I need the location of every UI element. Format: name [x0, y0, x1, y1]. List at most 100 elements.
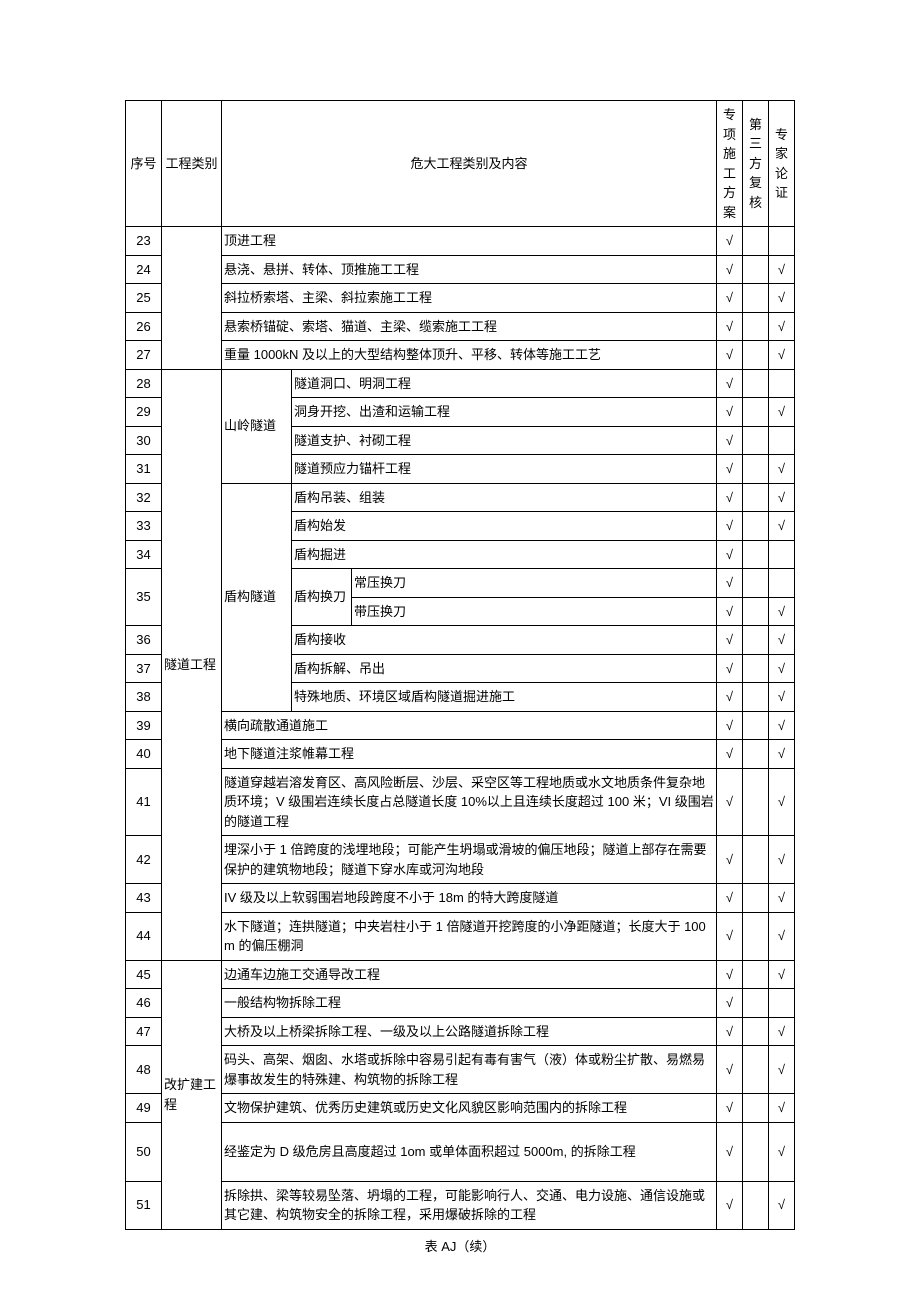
cell-review: [743, 836, 769, 884]
table-row: 25 斜拉桥索塔、主梁、斜拉索施工工程 √ √: [126, 284, 795, 313]
cell-plan: √: [717, 284, 743, 313]
cell-seq: 38: [126, 683, 162, 712]
cell-expert: √: [769, 836, 795, 884]
header-expert: 专家论证: [769, 101, 795, 227]
table-header-row: 序号 工程类别 危大工程类别及内容 专项施工方案 第三方复核 专家论证: [126, 101, 795, 227]
cell-seq: 23: [126, 227, 162, 256]
cell-seq: 45: [126, 960, 162, 989]
table-row: 40 地下隧道注浆帷幕工程 √ √: [126, 740, 795, 769]
table-row: 24 悬浇、悬拼、转体、顶推施工工程 √ √: [126, 255, 795, 284]
table-row: 28 隧道工程 山岭隧道 隧道洞口、明洞工程 √: [126, 369, 795, 398]
cell-expert: √: [769, 626, 795, 655]
cell-seq: 39: [126, 711, 162, 740]
cell-content: 文物保护建筑、优秀历史建筑或历史文化风貌区影响范围内的拆除工程: [222, 1094, 717, 1123]
cell-subsubcat-blade: 盾构换刀: [292, 569, 352, 626]
cell-plan: √: [717, 989, 743, 1018]
cell-seq: 30: [126, 426, 162, 455]
cell-seq: 31: [126, 455, 162, 484]
cell-seq: 32: [126, 483, 162, 512]
table-row: 51 拆除拱、梁等较易坠落、坍塌的工程，可能影响行人、交通、电力设施、通信设施或…: [126, 1181, 795, 1229]
cell-review: [743, 483, 769, 512]
cell-seq: 42: [126, 836, 162, 884]
cell-subcat-mountain: 山岭隧道: [222, 369, 292, 483]
cell-plan: √: [717, 1181, 743, 1229]
cell-plan: √: [717, 1017, 743, 1046]
cell-plan: √: [717, 540, 743, 569]
cell-review: [743, 1094, 769, 1123]
cell-plan: √: [717, 227, 743, 256]
cell-review: [743, 227, 769, 256]
cell-review: [743, 711, 769, 740]
cell-expert: √: [769, 483, 795, 512]
cell-expert: √: [769, 255, 795, 284]
cell-seq: 47: [126, 1017, 162, 1046]
table-row: 46 一般结构物拆除工程 √: [126, 989, 795, 1018]
cell-plan: √: [717, 626, 743, 655]
cell-review: [743, 255, 769, 284]
cell-plan: √: [717, 711, 743, 740]
cell-expert: √: [769, 1046, 795, 1094]
cell-expert: √: [769, 455, 795, 484]
cell-seq: 25: [126, 284, 162, 313]
cell-expert: [769, 989, 795, 1018]
cell-content: 一般结构物拆除工程: [222, 989, 717, 1018]
cell-review: [743, 1017, 769, 1046]
header-cat: 工程类别: [162, 101, 222, 227]
cell-review: [743, 768, 769, 836]
cell-seq: 44: [126, 912, 162, 960]
table-row: 32 盾构隧道 盾构吊装、组装 √ √: [126, 483, 795, 512]
cell-expert: [769, 227, 795, 256]
cell-expert: [769, 540, 795, 569]
cell-expert: √: [769, 683, 795, 712]
cell-content: 盾构吊装、组装: [292, 483, 717, 512]
cell-plan: √: [717, 426, 743, 455]
table-row: 49 文物保护建筑、优秀历史建筑或历史文化风貌区影响范围内的拆除工程 √ √: [126, 1094, 795, 1123]
cell-review: [743, 426, 769, 455]
cell-content: 带压换刀: [352, 597, 717, 626]
cell-plan: √: [717, 255, 743, 284]
cell-plan: √: [717, 683, 743, 712]
cell-content: 隧道穿越岩溶发育区、高风险断层、沙层、采空区等工程地质或水文地质条件复杂地质环境…: [222, 768, 717, 836]
cell-review: [743, 740, 769, 769]
cell-review: [743, 626, 769, 655]
cell-content: 隧道支护、衬砌工程: [292, 426, 717, 455]
cell-review: [743, 989, 769, 1018]
cell-plan: √: [717, 369, 743, 398]
cell-expert: √: [769, 912, 795, 960]
cell-plan: √: [717, 597, 743, 626]
cell-expert: √: [769, 284, 795, 313]
table-row: 48 码头、高架、烟囱、水塔或拆除中容易引起有毒有害气（液）体或粉尘扩散、易燃易…: [126, 1046, 795, 1094]
hazard-project-table: 序号 工程类别 危大工程类别及内容 专项施工方案 第三方复核 专家论证 23 顶…: [125, 100, 795, 1230]
cell-content: 隧道洞口、明洞工程: [292, 369, 717, 398]
cell-seq: 40: [126, 740, 162, 769]
cell-plan: √: [717, 768, 743, 836]
cell-plan: √: [717, 836, 743, 884]
cell-content: 埋深小于 1 倍跨度的浅埋地段；可能产生坍塌或滑坡的偏压地段；隧道上部存在需要保…: [222, 836, 717, 884]
cell-plan: √: [717, 960, 743, 989]
cell-seq: 35: [126, 569, 162, 626]
cell-seq: 34: [126, 540, 162, 569]
cell-review: [743, 1181, 769, 1229]
table-row: 42 埋深小于 1 倍跨度的浅埋地段；可能产生坍塌或滑坡的偏压地段；隧道上部存在…: [126, 836, 795, 884]
cell-seq: 51: [126, 1181, 162, 1229]
cell-content: 经鉴定为 D 级危房且高度超过 1om 或单体面积超过 5000m, 的拆除工程: [222, 1122, 717, 1181]
cell-content: 盾构接收: [292, 626, 717, 655]
table-row: 41 隧道穿越岩溶发育区、高风险断层、沙层、采空区等工程地质或水文地质条件复杂地…: [126, 768, 795, 836]
cell-plan: √: [717, 1122, 743, 1181]
table-row: 45 改扩建工程 边通车边施工交通导改工程 √ √: [126, 960, 795, 989]
cell-content: 地下隧道注浆帷幕工程: [222, 740, 717, 769]
cell-content: 重量 1000kN 及以上的大型结构整体顶升、平移、转体等施工工艺: [222, 341, 717, 370]
cell-review: [743, 341, 769, 370]
cell-content: 拆除拱、梁等较易坠落、坍塌的工程，可能影响行人、交通、电力设施、通信设施或其它建…: [222, 1181, 717, 1229]
cell-content: IV 级及以上软弱围岩地段跨度不小于 18m 的特大跨度隧道: [222, 884, 717, 913]
cell-expert: [769, 569, 795, 598]
table-row: 47 大桥及以上桥梁拆除工程、一级及以上公路隧道拆除工程 √ √: [126, 1017, 795, 1046]
cell-content: 悬索桥锚碇、索塔、猫道、主梁、缆索施工工程: [222, 312, 717, 341]
cell-plan: √: [717, 455, 743, 484]
cell-seq: 46: [126, 989, 162, 1018]
cell-seq: 33: [126, 512, 162, 541]
header-seq: 序号: [126, 101, 162, 227]
cell-plan: √: [717, 398, 743, 427]
cell-seq: 49: [126, 1094, 162, 1123]
cell-plan: √: [717, 884, 743, 913]
